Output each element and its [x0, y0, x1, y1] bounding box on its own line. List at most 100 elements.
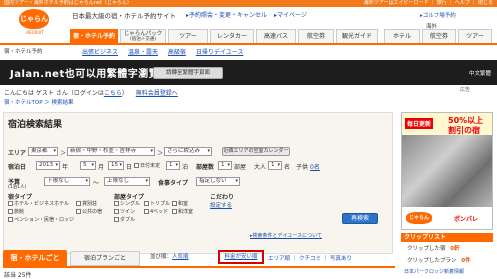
- inn-type-villa[interactable]: 貸別荘: [76, 200, 97, 207]
- greeting: こんにちは ゲスト さん（ログインはこちら） 無料会員登録へ: [4, 88, 178, 97]
- room-type-single[interactable]: シングル: [114, 200, 140, 207]
- adults-select[interactable]: 1: [268, 161, 282, 170]
- ad-onsen-photo: [402, 135, 492, 207]
- reservation-check-link[interactable]: ▸予約照会・変更・キャンセル: [186, 12, 267, 19]
- nav-tab-air[interactable]: 航空券: [298, 29, 334, 43]
- nav-tab-hotel[interactable]: 宿・ホテル予約: [70, 29, 118, 43]
- month-unit: 月: [98, 164, 105, 171]
- room-type-twin-box[interactable]: [114, 209, 119, 214]
- inn-type-public[interactable]: 公共の宿: [76, 208, 102, 215]
- room-type-triple[interactable]: トリプル: [144, 200, 170, 207]
- clip-footer-link[interactable]: 日本パークロッジ新着情報: [404, 268, 464, 275]
- month-select[interactable]: 5: [80, 161, 96, 170]
- login-link[interactable]: こちら: [104, 90, 122, 97]
- inn-type-public-box[interactable]: [76, 209, 81, 214]
- nav-tab-bus[interactable]: 高速バス: [256, 29, 296, 43]
- calendar-button[interactable]: 近隣エリアの空室カレンダー: [222, 147, 290, 156]
- inn-type-hotel-box[interactable]: [8, 201, 13, 206]
- adults-unit: 名: [284, 164, 291, 171]
- rooms-select[interactable]: 1: [218, 161, 232, 170]
- nav-tab-jalan-pack[interactable]: じゃらんパック (宿泊＋交通): [120, 29, 166, 43]
- undecided-checkbox[interactable]: 日付未定: [134, 162, 160, 169]
- area-arrow-2: ＞: [157, 150, 164, 157]
- budget-max-select[interactable]: 上限なし: [104, 177, 150, 186]
- subnav-business[interactable]: 出張ビジネス: [82, 49, 118, 56]
- subnav-luxury[interactable]: 高級宿: [168, 49, 186, 56]
- sort-popular[interactable]: 人気順: [172, 254, 189, 260]
- area-label: エリア: [8, 150, 27, 157]
- clip-plans-label: クリップしたプラン: [407, 258, 457, 264]
- child-link[interactable]: 0名: [310, 162, 320, 171]
- room-type-wayoshitsu-box[interactable]: [172, 209, 177, 214]
- search-note-link[interactable]: ▸検索条件とデイユースについて: [250, 232, 322, 239]
- room-type-triple-box[interactable]: [144, 201, 149, 206]
- sort-cheapest-link[interactable]: 料金が安い順: [218, 250, 264, 264]
- inn-type-pension-box[interactable]: [8, 217, 13, 222]
- room-type-single-label: シングル: [120, 201, 141, 207]
- nav-tab-tour[interactable]: ツアー: [168, 29, 208, 43]
- room-type-twin-label: ツイン: [120, 209, 136, 215]
- subnav-dayuse[interactable]: 日帰りデイユース: [196, 49, 244, 56]
- golf-link[interactable]: ▸ゴルフ場予約: [420, 11, 456, 19]
- undecided-box[interactable]: [134, 163, 139, 168]
- tab-by-hotel[interactable]: 宿・ホテルごと: [3, 250, 67, 266]
- nav-tab-overseas-air[interactable]: 航空券: [422, 29, 456, 43]
- inn-type-hotel-label: ホテル・ビジネスホテル: [14, 201, 70, 207]
- room-type-twin[interactable]: ツイン: [114, 208, 135, 215]
- greeting-text: こんにちは ゲスト さん（ログインは: [4, 90, 104, 97]
- research-button[interactable]: 再検索: [342, 213, 378, 224]
- sidebar-ad[interactable]: 毎日更新 50%以上 割引の宿 じゃらん ポンパレ: [401, 112, 493, 230]
- traditional-chinese-banner[interactable]: Jalan.net也可以用繁體字瀏覽 請轉至繁體字頁面 中文繁體: [0, 60, 497, 85]
- inn-type-public-label: 公共の宿: [82, 209, 103, 215]
- nav-tab-overseas-tour[interactable]: ツアー: [458, 29, 492, 43]
- room-type-wayoshitsu-label: 和洋室: [178, 209, 194, 215]
- clip-hotels[interactable]: クリップした宿 0軒: [407, 244, 460, 252]
- room-type-washitsu-label: 和室: [178, 201, 189, 207]
- nav-tab-rentacar[interactable]: レンタカー: [210, 29, 254, 43]
- room-type-double-label: ダブル: [120, 217, 136, 223]
- meal-select[interactable]: 指定しない: [196, 177, 240, 186]
- banner-button[interactable]: 請轉至繁體字頁面: [153, 67, 223, 79]
- rooms-label: 部屋数: [196, 164, 215, 171]
- nav-underline: [0, 43, 497, 45]
- jalan-logo[interactable]: じゃらん RECRUIT: [6, 9, 64, 41]
- room-type-double-box[interactable]: [114, 217, 119, 222]
- header-links: ▸予約照会・変更・キャンセル ▸マイページ: [186, 10, 312, 19]
- inn-type-hotel[interactable]: ホテル・ビジネスホテル: [8, 200, 69, 207]
- room-type-washitsu-box[interactable]: [172, 201, 177, 206]
- room-type-washitsu[interactable]: 和室: [172, 200, 188, 207]
- room-type-wayoshitsu[interactable]: 和洋室: [172, 208, 193, 215]
- conditions-link[interactable]: 設定する: [210, 201, 232, 209]
- tab-by-plan[interactable]: 宿泊プランごと: [70, 251, 140, 266]
- inn-type-ryokan-box[interactable]: [8, 209, 13, 214]
- year-select[interactable]: 2013: [36, 161, 60, 170]
- room-type-single-box[interactable]: [114, 201, 119, 206]
- sort-other-links[interactable]: エリア順 ｜ クチコミ ｜ 写真あり: [268, 254, 352, 262]
- region-select[interactable]: 新宿・中野・杉並・吉祥寺: [67, 147, 155, 156]
- nav-tab-overseas-hotel[interactable]: ホテル: [384, 29, 420, 43]
- ad-header: 毎日更新 50%以上 割引の宿: [402, 113, 492, 135]
- area-arrow: ＞: [60, 150, 67, 157]
- prefecture-select[interactable]: 東京都: [28, 147, 58, 156]
- budget-min-select[interactable]: 下限なし: [44, 177, 90, 186]
- nav-tab-guide[interactable]: 観光ガイド: [336, 29, 378, 43]
- register-link[interactable]: 無料会員登録へ: [136, 90, 178, 97]
- inn-type-villa-box[interactable]: [76, 201, 81, 206]
- day-select[interactable]: 15: [108, 161, 124, 170]
- nights-select[interactable]: 1: [166, 161, 180, 170]
- top-bar-right-text[interactable]: 海外ツアーはエイビーロード ｜ 旅行 ｜ ヘルプ ｜ 閉じる: [364, 0, 493, 7]
- subarea-select[interactable]: さらに絞込み: [164, 147, 212, 156]
- room-type-double[interactable]: ダブル: [114, 216, 135, 223]
- subnav-onsen[interactable]: 温泉・露天: [128, 49, 158, 56]
- year-unit: 年: [62, 164, 69, 171]
- room-type-4bed[interactable]: 4ベッド: [144, 208, 168, 215]
- room-type-4bed-box[interactable]: [144, 209, 149, 214]
- mypage-link[interactable]: ▸マイページ: [274, 12, 307, 19]
- clip-plans[interactable]: クリップしたプラン 0件: [407, 256, 471, 264]
- breadcrumb[interactable]: 宿・ホテルTOP ＞ 検索結果: [4, 98, 74, 106]
- inn-type-ryokan[interactable]: 旅館: [8, 208, 24, 215]
- ad-badge: 毎日更新: [405, 118, 434, 129]
- top-bar-left-text[interactable]: 国内ツアー・海外ホテル予約はじゃらんnet（じゃらん）: [4, 0, 132, 7]
- ad-jalan-logo: じゃらん: [406, 212, 432, 224]
- inn-type-pension[interactable]: ペンション・民宿・ロッジ: [8, 216, 74, 223]
